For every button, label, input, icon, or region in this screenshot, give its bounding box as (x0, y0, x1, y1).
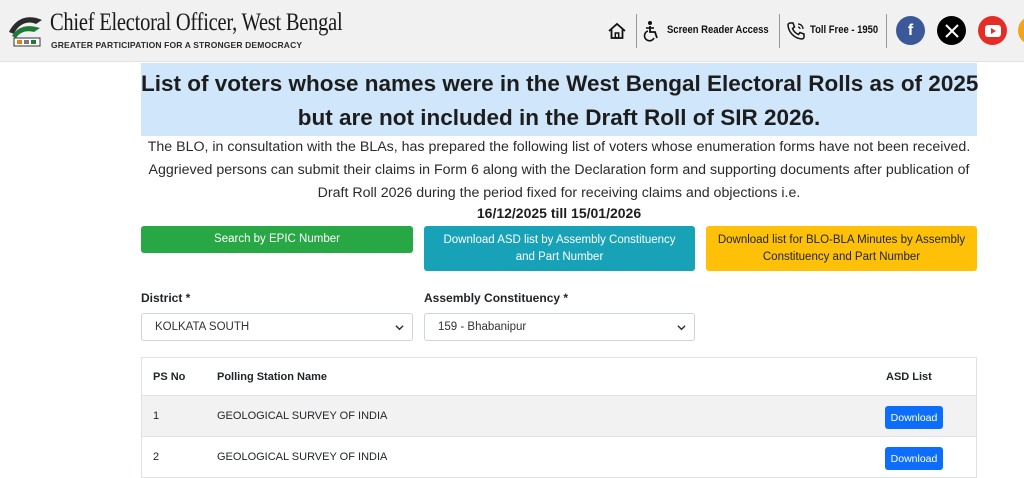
assembly-constituency-select[interactable]: 159 - Bhabanipur (424, 313, 695, 341)
nav-separator (886, 14, 887, 48)
polling-station-name-cell: GEOLOGICAL SURVEY OF INDIA (217, 451, 388, 463)
column-header-ps-no: PS No (153, 370, 186, 383)
x-icon[interactable] (937, 16, 966, 45)
table-row: 2 GEOLOGICAL SURVEY OF INDIA Download (142, 437, 976, 478)
district-selected-value: KOLKATA SOUTH (155, 321, 250, 333)
page-title-banner: List of voters whose names were in the W… (141, 63, 979, 136)
assembly-constituency-selected-value: 159 - Bhabanipur (438, 321, 527, 333)
district-label: District * (141, 291, 191, 305)
table-row: 1 GEOLOGICAL SURVEY OF INDIA Download (142, 396, 976, 437)
ps-no-cell: 1 (153, 410, 160, 422)
instagram-icon[interactable] (1018, 16, 1024, 45)
claims-period-dates: 16/12/2025 till 15/01/2026 (476, 205, 642, 221)
district-select[interactable]: KOLKATA SOUTH (141, 313, 413, 341)
nav-separator (779, 14, 780, 48)
phone-icon[interactable] (784, 18, 808, 44)
download-button[interactable]: Download (885, 447, 943, 470)
eci-logo-icon[interactable] (6, 10, 46, 48)
download-button[interactable]: Download (885, 406, 943, 429)
table-header-row: PS No Polling Station Name ASD List (142, 358, 976, 396)
search-by-epic-button[interactable]: Search by EPIC Number (141, 226, 413, 253)
accessibility-icon[interactable] (640, 18, 664, 44)
intro-text-line-3: Draft Roll 2026 during the period fixed … (317, 185, 801, 201)
site-header: Chief Electoral Officer, West Bengal GRE… (0, 0, 1024, 62)
chevron-down-icon (677, 325, 686, 331)
nav-separator (636, 14, 637, 48)
download-asd-list-button[interactable]: Download ASD list by Assembly Constituen… (424, 226, 695, 271)
column-header-polling-station-name: Polling Station Name (217, 370, 328, 383)
screen-reader-access-link[interactable]: Screen Reader Access (667, 24, 769, 36)
intro-text-line-1: The BLO, in consultation with the BLAs, … (147, 139, 971, 155)
column-header-asd-list: ASD List (886, 370, 932, 383)
polling-station-name-cell: GEOLOGICAL SURVEY OF INDIA (217, 410, 388, 422)
download-blo-bla-minutes-button[interactable]: Download list for BLO-BLA Minutes by Ass… (706, 226, 977, 271)
assembly-constituency-label: Assembly Constituency * (424, 291, 569, 305)
site-tagline: GREATER PARTICIPATION FOR A STRONGER DEM… (51, 40, 303, 50)
site-title[interactable]: Chief Electoral Officer, West Bengal (50, 9, 343, 37)
chevron-down-icon (395, 325, 404, 331)
page-title-line-1: List of voters whose names were in the W… (141, 71, 979, 96)
toll-free-number[interactable]: Toll Free - 1950 (810, 24, 878, 36)
polling-station-table: PS No Polling Station Name ASD List 1 GE… (141, 357, 977, 478)
ps-no-cell: 2 (153, 451, 160, 463)
intro-text-line-2: Aggrieved persons can submit their claim… (148, 162, 970, 178)
facebook-icon[interactable]: f (896, 16, 925, 45)
page-title-line-2: but are not included in the Draft Roll o… (297, 105, 821, 130)
youtube-icon[interactable] (978, 16, 1007, 45)
home-icon[interactable] (604, 18, 630, 44)
